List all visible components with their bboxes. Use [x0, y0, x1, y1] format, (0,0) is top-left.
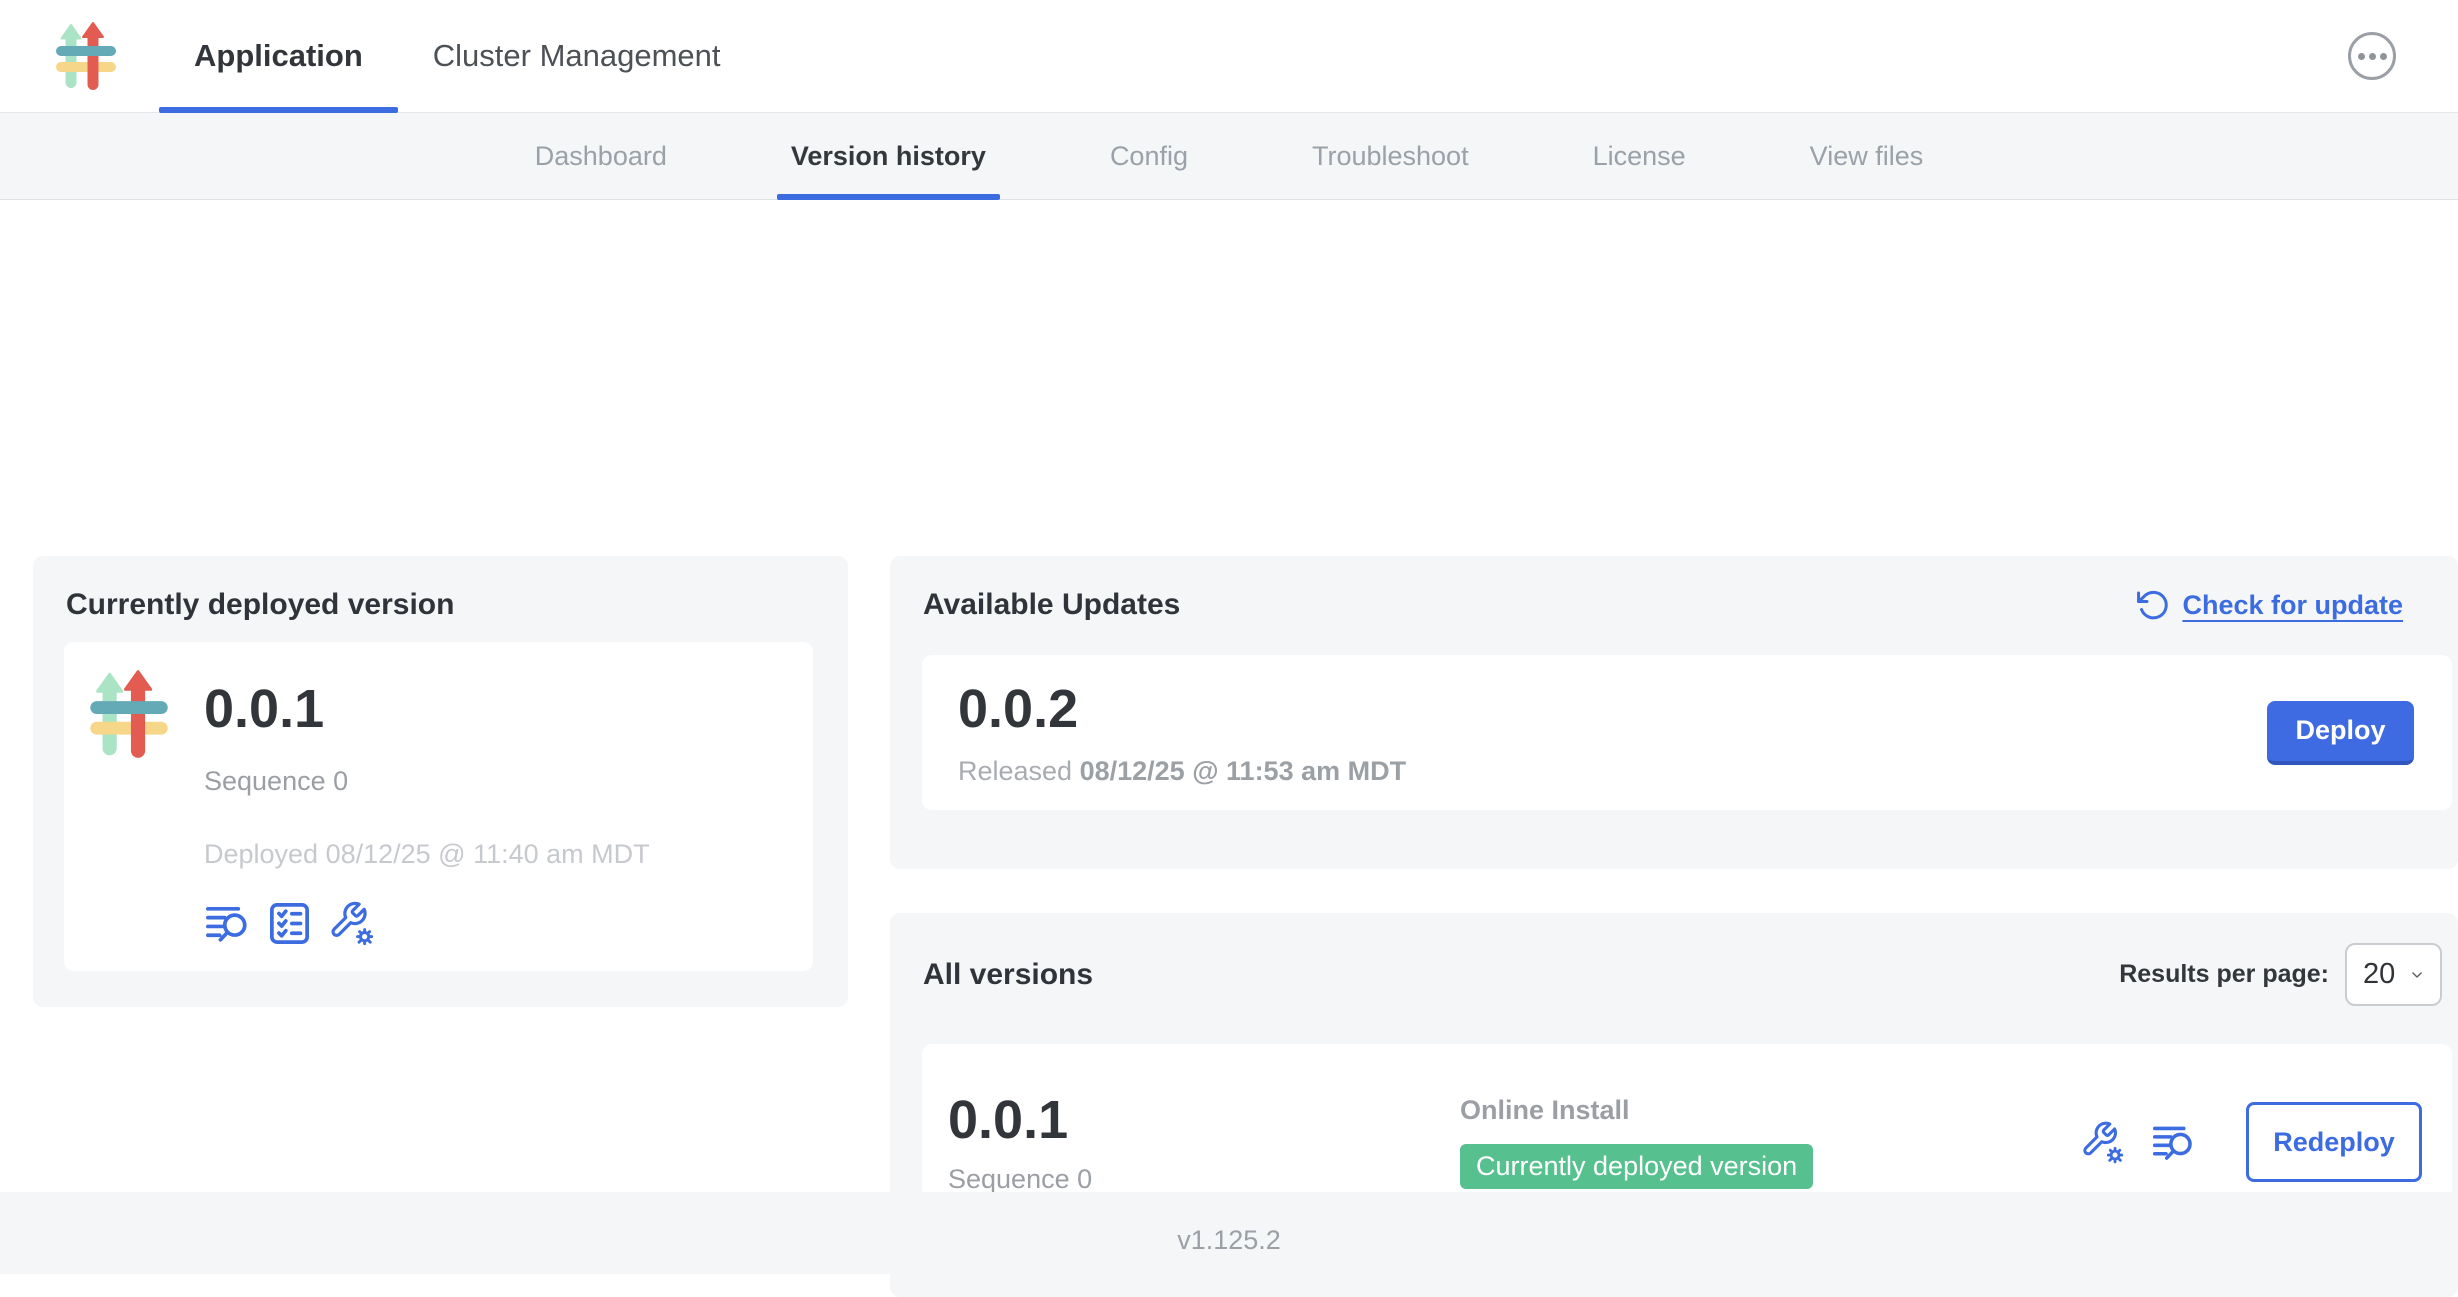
released-prefix: Released [958, 756, 1072, 786]
redeploy-button[interactable]: Redeploy [2246, 1102, 2422, 1182]
deployed-version-details: 0.0.1 Sequence 0 Deployed 08/12/25 @ 11:… [204, 670, 650, 971]
update-version-number: 0.0.2 [958, 678, 1406, 740]
check-for-update-link[interactable]: Check for update [2135, 588, 2403, 622]
nav-tab-application[interactable]: Application [159, 0, 398, 112]
row-version-number: 0.0.1 [948, 1089, 1460, 1151]
chevron-down-icon [2406, 968, 2428, 982]
version-row-details: 0.0.1 Sequence 0 [948, 1089, 1460, 1194]
subnav-tab-config[interactable]: Config [1096, 113, 1202, 199]
app-logo-icon [55, 22, 117, 90]
deployed-version-card: 0.0.1 Sequence 0 Deployed 08/12/25 @ 11:… [64, 642, 813, 971]
app-sub-nav: Dashboard Version history Config Trouble… [0, 113, 2458, 200]
deploy-button[interactable]: Deploy [2267, 701, 2414, 765]
subnav-tab-dashboard[interactable]: Dashboard [521, 113, 681, 199]
results-per-page-control: Results per page: 20 [2119, 943, 2442, 1006]
all-versions-header: All versions Results per page: 20 [890, 913, 2458, 1006]
subnav-tab-license[interactable]: License [1579, 113, 1700, 199]
available-updates-header: Available Updates Check for update [890, 556, 2458, 622]
row-sequence: Sequence 0 [948, 1164, 1460, 1195]
nav-tab-cluster-management[interactable]: Cluster Management [398, 0, 756, 112]
menu-dot [2369, 53, 2376, 60]
menu-dot [2380, 53, 2387, 60]
ellipsis-menu-icon[interactable] [2348, 32, 2396, 80]
subnav-tab-license-label: License [1593, 141, 1686, 172]
subnav-tab-view-files-label: View files [1810, 141, 1924, 172]
available-updates-panel: Available Updates Check for update 0.0.2… [890, 556, 2458, 869]
release-notes-icon[interactable] [2151, 1120, 2196, 1165]
subnav-tab-view-files[interactable]: View files [1796, 113, 1938, 199]
refresh-icon [2135, 588, 2169, 622]
subnav-tab-dashboard-label: Dashboard [535, 141, 667, 172]
deployed-version-number: 0.0.1 [204, 678, 650, 740]
nav-tab-application-label: Application [194, 38, 363, 74]
released-timestamp: 08/12/25 @ 11:53 am MDT [1080, 756, 1407, 786]
deployed-timestamp: Deployed 08/12/25 @ 11:40 am MDT [204, 839, 650, 870]
currently-deployed-title: Currently deployed version [66, 588, 848, 622]
preflight-checks-icon[interactable] [266, 900, 313, 947]
check-for-update-label: Check for update [2182, 590, 2403, 621]
all-versions-title: All versions [923, 958, 1093, 992]
subnav-tab-troubleshoot-label: Troubleshoot [1312, 141, 1469, 172]
currently-deployed-panel: Currently deployed version 0.0.1 Sequenc… [33, 556, 848, 1007]
subnav-tab-version-history-label: Version history [791, 141, 986, 172]
available-update-row: 0.0.2 Released 08/12/25 @ 11:53 am MDT D… [922, 655, 2452, 810]
console-footer: v1.125.2 [0, 1192, 2458, 1274]
config-icon[interactable] [328, 900, 375, 947]
subnav-tab-version-history[interactable]: Version history [777, 113, 1000, 199]
subnav-tab-config-label: Config [1110, 141, 1188, 172]
install-type-label: Online Install [1460, 1095, 2080, 1126]
top-navbar: Application Cluster Management [0, 0, 2458, 113]
currently-deployed-badge: Currently deployed version [1460, 1144, 1813, 1189]
results-per-page-select[interactable]: 20 [2345, 943, 2442, 1006]
release-notes-icon[interactable] [204, 900, 251, 947]
deployed-sequence: Sequence 0 [204, 766, 650, 797]
update-released-line: Released 08/12/25 @ 11:53 am MDT [958, 756, 1406, 787]
subnav-tab-troubleshoot[interactable]: Troubleshoot [1298, 113, 1483, 199]
deployed-version-actions [204, 900, 650, 947]
results-per-page-value: 20 [2363, 958, 2395, 991]
update-details: 0.0.2 Released 08/12/25 @ 11:53 am MDT [958, 678, 1406, 786]
version-history-page: Currently deployed version 0.0.1 Sequenc… [0, 200, 2458, 1192]
results-per-page-label: Results per page: [2119, 960, 2329, 989]
version-row-status: Online Install Currently deployed versio… [1460, 1095, 2080, 1189]
menu-dot [2358, 53, 2365, 60]
app-logo[interactable] [55, 0, 117, 112]
nav-tab-cluster-management-label: Cluster Management [433, 38, 721, 74]
version-row-actions: Redeploy [2080, 1102, 2422, 1182]
available-updates-title: Available Updates [923, 588, 1180, 622]
app-logo-icon [89, 670, 169, 758]
config-icon[interactable] [2080, 1120, 2125, 1165]
top-nav-tabs: Application Cluster Management [159, 0, 756, 112]
console-version: v1.125.2 [1177, 1225, 1281, 1256]
